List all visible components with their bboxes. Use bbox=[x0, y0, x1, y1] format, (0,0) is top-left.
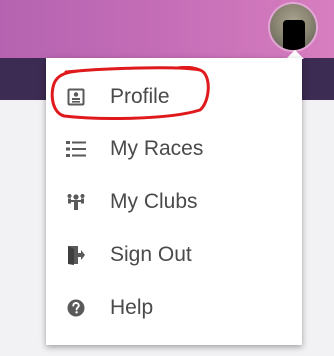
menu-item-label: My Races bbox=[110, 137, 204, 160]
list-icon bbox=[64, 137, 88, 161]
sign-out-icon bbox=[64, 243, 88, 267]
menu-item-label: My Clubs bbox=[110, 190, 198, 213]
question-circle-icon bbox=[64, 296, 88, 320]
menu-item-label: Help bbox=[110, 296, 154, 319]
profile-card-icon bbox=[64, 85, 88, 109]
menu-item-my-clubs[interactable]: My Clubs bbox=[46, 177, 302, 227]
group-icon bbox=[64, 190, 88, 214]
menu-item-sign-out[interactable]: Sign Out bbox=[46, 230, 302, 280]
user-avatar[interactable] bbox=[270, 4, 316, 50]
menu-item-help[interactable]: Help bbox=[46, 283, 302, 333]
menu-item-profile[interactable]: Profile bbox=[46, 72, 302, 122]
menu-item-my-races[interactable]: My Races bbox=[46, 124, 302, 174]
menu-item-label: Profile bbox=[110, 85, 170, 108]
avatar-redaction bbox=[283, 20, 305, 50]
menu-item-label: Sign Out bbox=[110, 243, 192, 266]
user-dropdown-menu: Profile My Races My Clubs Sign Out Help bbox=[46, 58, 302, 345]
